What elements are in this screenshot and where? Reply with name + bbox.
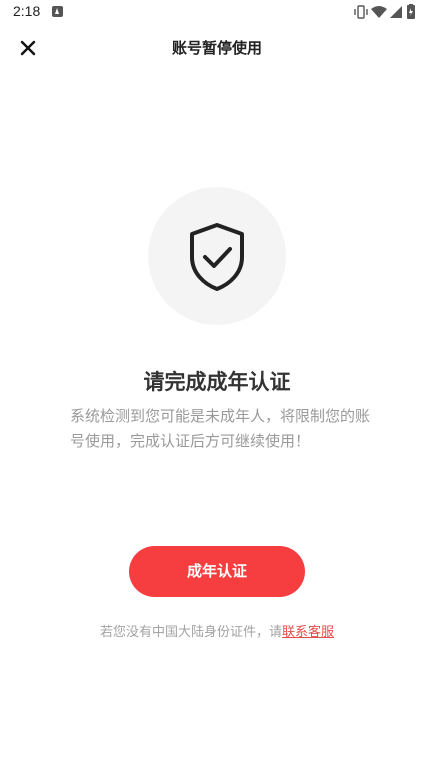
- status-bar: 2:18: [0, 0, 434, 24]
- main-heading: 请完成成年认证: [143, 370, 291, 394]
- status-icons-svg: [354, 4, 415, 19]
- vibrate-icon: [354, 5, 368, 19]
- battery-icon: [407, 4, 415, 19]
- footer-note-text: 若您没有中国大陆身份证件，请: [99, 625, 282, 640]
- footer-note: 若您没有中国大陆身份证件，请联系客服: [0, 621, 434, 640]
- wifi-icon: [371, 6, 387, 18]
- header: 账号暂停使用: [0, 28, 434, 68]
- status-icons: [354, 4, 420, 20]
- description-text: 系统检测到您可能是未成年人，将限制您的账号使用，完成认证后方可继续使用！: [70, 407, 371, 450]
- shield-icon-circle: [148, 187, 286, 325]
- verify-adult-button[interactable]: 成年认证: [129, 546, 305, 597]
- app-notification-icon: [52, 6, 63, 17]
- shield-check-icon: [190, 223, 244, 291]
- status-time: 2:18: [13, 3, 41, 19]
- signal-icon: [390, 6, 402, 18]
- page-title: 账号暂停使用: [171, 39, 262, 57]
- contact-support-link[interactable]: 联系客服: [282, 625, 334, 640]
